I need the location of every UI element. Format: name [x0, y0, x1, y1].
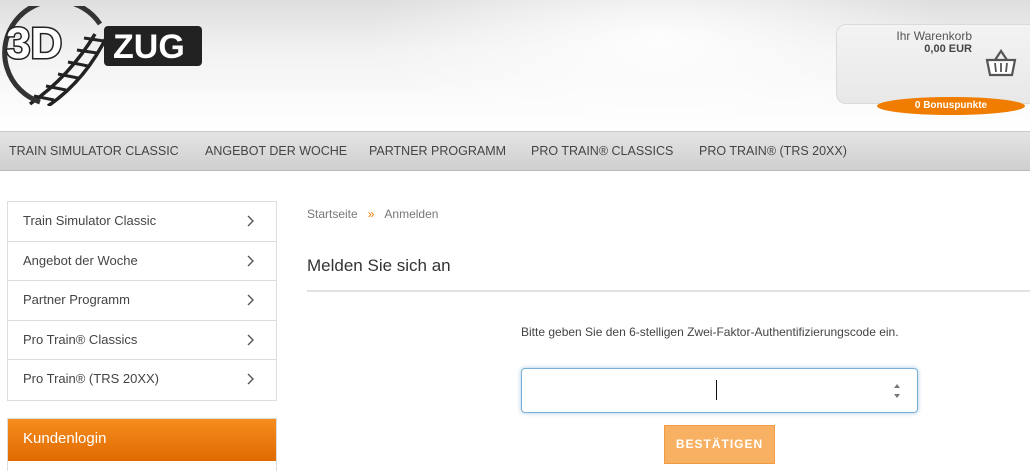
sidebar-item-pro-train-classics[interactable]: Pro Train® Classics: [8, 321, 276, 360]
chevron-right-icon: [247, 215, 254, 227]
sidebar-category-list: Train Simulator Classic Angebot der Woch…: [7, 201, 277, 401]
sidebar-item-train-simulator-classic[interactable]: Train Simulator Classic: [8, 202, 276, 242]
text-cursor: [716, 380, 717, 400]
breadcrumb-separator: »: [367, 207, 375, 221]
svg-text:3D: 3D: [6, 19, 62, 68]
customer-login-header[interactable]: Kundenlogin: [8, 419, 276, 461]
customer-login-title: Kundenlogin: [23, 430, 107, 447]
sidebar-item-angebot-der-woche[interactable]: Angebot der Woche: [8, 242, 276, 281]
breadcrumb-home-link[interactable]: Startseite: [307, 207, 358, 221]
basket-icon[interactable]: [985, 48, 1017, 78]
cart-amount[interactable]: 0,00 EUR: [924, 43, 972, 55]
nav-item-pro-train-classics[interactable]: PRO TRAIN® CLASSICS: [531, 132, 673, 170]
nav-item-train-simulator-classic[interactable]: TRAIN SIMULATOR CLASSIC: [9, 132, 179, 170]
breadcrumb: Startseite » Anmelden: [307, 207, 438, 221]
sidebar-item-label: Pro Train® (TRS 20XX): [23, 371, 160, 386]
two-factor-instruction: Bitte geben Sie den 6-stelligen Zwei-Fak…: [521, 325, 899, 339]
customer-login-box: Kundenlogin: [7, 418, 277, 471]
cart-label[interactable]: Ihr Warenkorb: [896, 29, 972, 43]
site-header: 3D ZUG Ihr Warenkorb 0,00 EUR 0 Bonuspun…: [0, 0, 1030, 130]
sidebar-item-label: Train Simulator Classic: [23, 213, 157, 228]
site-logo[interactable]: 3D ZUG: [0, 6, 205, 106]
sidebar-item-label: Pro Train® Classics: [23, 331, 138, 347]
sidebar-item-pro-train-trs-20xx[interactable]: Pro Train® (TRS 20XX): [8, 360, 276, 400]
nav-item-pro-train-trs-20xx[interactable]: PRO TRAIN® (TRS 20XX): [699, 132, 847, 170]
sidebar-item-label: Angebot der Woche: [23, 252, 138, 268]
main-navigation: TRAIN SIMULATOR CLASSIC ANGEBOT DER WOCH…: [0, 131, 1030, 171]
breadcrumb-current: Anmelden: [384, 207, 439, 221]
sidebar-item-partner-programm[interactable]: Partner Programm: [8, 281, 276, 321]
number-spinner-icon[interactable]: [893, 381, 901, 401]
page-title: Melden Sie sich an: [307, 256, 451, 275]
confirm-button[interactable]: BESTÄTIGEN: [664, 425, 775, 464]
nav-item-angebot-der-woche[interactable]: ANGEBOT DER WOCHE: [205, 132, 347, 170]
chevron-right-icon: [247, 294, 254, 306]
chevron-right-icon: [247, 334, 254, 345]
chevron-right-icon: [247, 255, 254, 266]
bonus-points-badge[interactable]: 0 Bonuspunkte: [877, 97, 1025, 115]
title-divider: [307, 290, 1030, 292]
chevron-right-icon: [247, 373, 254, 385]
sidebar-item-label: Partner Programm: [23, 292, 130, 307]
svg-text:ZUG: ZUG: [113, 28, 185, 66]
two-factor-code-input[interactable]: [521, 368, 918, 413]
nav-item-partner-programm[interactable]: PARTNER PROGRAMM: [369, 132, 506, 170]
